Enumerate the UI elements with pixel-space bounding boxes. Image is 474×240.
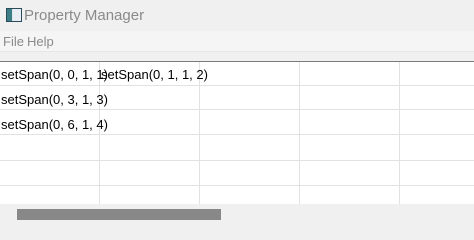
table-cell[interactable]: setSpan(0, 6, 1, 4) [1,117,108,133]
scrollbar-thumb[interactable] [17,209,221,220]
menu-help[interactable]: Help [27,34,54,49]
window-title: Property Manager [24,7,145,24]
table-view[interactable]: setSpan(0, 0, 1, 1) setSpan(0, 1, 1, 2) … [0,61,474,204]
horizontal-scrollbar[interactable] [14,206,474,225]
table-cell[interactable]: setSpan(0, 3, 1, 3) [1,92,108,108]
title-bar: Property Manager [0,0,474,31]
menu-file[interactable]: File [3,34,24,49]
toolbar-spacer [0,52,474,61]
horizontal-scrollbar-area [0,204,474,239]
table-cell[interactable]: setSpan(0, 0, 1, 1) [1,67,108,83]
app-window-icon [6,8,22,22]
menu-bar: File Help [0,31,474,52]
table-cell[interactable]: setSpan(0, 1, 1, 2) [101,67,208,83]
